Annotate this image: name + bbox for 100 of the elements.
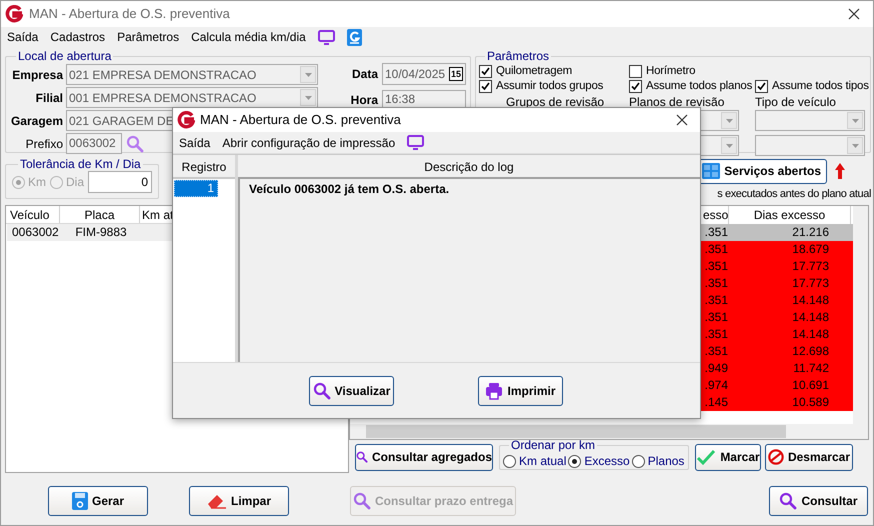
search-icon bbox=[312, 382, 331, 400]
table-cell-text: .351 bbox=[704, 224, 729, 241]
table-cell-text: .351 bbox=[704, 309, 729, 326]
dropdown-arrow-icon bbox=[304, 96, 312, 100]
radio-label[interactable]: Km atual bbox=[519, 452, 566, 470]
dropdown-button[interactable] bbox=[721, 137, 737, 154]
checkbox[interactable] bbox=[479, 65, 492, 78]
consultar-agregados-button[interactable]: Consultar agregados bbox=[355, 444, 493, 470]
visualizar-button[interactable]: Visualizar bbox=[309, 376, 394, 406]
dropdown-button[interactable] bbox=[721, 112, 737, 129]
monitor-icon[interactable] bbox=[407, 135, 424, 150]
table-cell-text: 21.216 bbox=[791, 224, 830, 241]
radio-label[interactable]: Excesso bbox=[584, 452, 630, 470]
limpar-button[interactable]: Limpar bbox=[189, 486, 289, 516]
table-cell-text: 12.698 bbox=[791, 343, 830, 360]
eraser-icon bbox=[206, 492, 227, 510]
dropdown-button[interactable] bbox=[847, 137, 863, 154]
radio-button[interactable] bbox=[503, 454, 516, 468]
table-cell-text: .974 bbox=[704, 377, 729, 394]
field-label: Garagem bbox=[10, 112, 64, 130]
table-cell-text: 14.148 bbox=[791, 292, 830, 309]
checkbox[interactable] bbox=[629, 80, 642, 93]
logo-icon bbox=[5, 5, 23, 23]
list-item[interactable]: 1 bbox=[174, 180, 218, 197]
checkbox-label[interactable]: Assume todos tipos bbox=[772, 78, 869, 96]
group-title: Parâmetros bbox=[486, 49, 550, 63]
radio-button[interactable] bbox=[632, 454, 645, 468]
logo-icon bbox=[177, 111, 195, 129]
field-label: Prefixo bbox=[24, 136, 64, 152]
dropdown-button[interactable] bbox=[300, 66, 316, 83]
table-cell-text: .351 bbox=[704, 241, 729, 258]
radio-button[interactable] bbox=[568, 454, 582, 468]
menu-item[interactable]: Abrir configuração de impressão bbox=[222, 134, 396, 152]
checkbox-label[interactable]: Horímetro bbox=[646, 62, 696, 80]
no-entry-icon bbox=[768, 448, 784, 466]
window-title: MAN - Abertura de O.S. preventiva bbox=[29, 5, 230, 24]
table-cell-text: .949 bbox=[704, 360, 729, 377]
checkbox-label[interactable]: Assume todos planos bbox=[646, 78, 752, 96]
checkbox[interactable] bbox=[755, 80, 768, 93]
checkbox-label[interactable]: s executados antes do plano atual bbox=[717, 186, 871, 202]
marcar-button[interactable]: Marcar bbox=[695, 444, 761, 470]
menu-item[interactable]: Parâmetros bbox=[117, 28, 180, 46]
radio-button[interactable] bbox=[50, 176, 63, 188]
table-cell-text: .351 bbox=[704, 258, 729, 275]
table-cell-text: .351 bbox=[704, 326, 729, 343]
dropdown-button[interactable] bbox=[300, 89, 316, 106]
dropdown-arrow-icon bbox=[304, 72, 312, 76]
date-field[interactable]: 10/04/2025 15 bbox=[382, 63, 466, 85]
table-cell-text: 14.148 bbox=[791, 326, 830, 343]
app-icon[interactable] bbox=[346, 28, 362, 46]
list-label: Planos de revisão bbox=[629, 94, 726, 110]
monitor-icon[interactable] bbox=[318, 30, 335, 44]
dropdown-arrow-icon bbox=[726, 144, 732, 148]
menu-item[interactable]: Cadastros bbox=[50, 28, 106, 46]
dropdown-arrow-icon bbox=[726, 118, 732, 122]
check-icon bbox=[696, 448, 716, 466]
vertical-scrollbar[interactable] bbox=[853, 206, 868, 424]
list-label: Grupos de revisão bbox=[505, 94, 606, 110]
column-header[interactable]: Veículo bbox=[6, 206, 60, 223]
close-icon[interactable] bbox=[848, 8, 860, 20]
menu-item[interactable]: Calcula média km/dia bbox=[191, 28, 306, 46]
checkbox[interactable] bbox=[629, 65, 642, 78]
table-cell-text: .351 bbox=[704, 292, 729, 309]
group-title: Tolerância de Km / Dia bbox=[19, 157, 142, 171]
log-message: Veículo 0063002 já tem O.S. aberta. bbox=[249, 181, 450, 198]
menu-item[interactable]: Saída bbox=[179, 134, 210, 152]
menu-item[interactable]: Saída bbox=[7, 28, 38, 46]
dropdown-button[interactable] bbox=[847, 112, 863, 129]
search-icon bbox=[352, 492, 371, 510]
close-icon[interactable] bbox=[676, 114, 688, 126]
field-label: Data bbox=[350, 66, 380, 83]
desmarcar-button[interactable]: Desmarcar bbox=[765, 444, 853, 470]
table-cell-text: 10.691 bbox=[791, 377, 830, 394]
gerar-button[interactable]: Gerar bbox=[48, 486, 148, 516]
table-cell-text: 14.148 bbox=[791, 309, 830, 326]
table-cell-text: FIM-9883 bbox=[74, 224, 128, 241]
consultar-button[interactable]: Consultar bbox=[769, 486, 868, 516]
checkbox-label[interactable]: Quilometragem bbox=[496, 62, 572, 80]
checkbox-label[interactable]: Assumir todos grupos bbox=[496, 78, 604, 96]
combo-box[interactable] bbox=[755, 135, 865, 156]
calendar-button[interactable]: 15 bbox=[448, 67, 463, 81]
combo-box[interactable] bbox=[755, 110, 865, 131]
search-icon bbox=[779, 492, 798, 510]
dropdown-arrow-icon bbox=[852, 144, 858, 148]
table-cell-text: 17.773 bbox=[791, 258, 830, 275]
input-field[interactable]: 0 bbox=[88, 171, 152, 193]
table-cell-text: 11.742 bbox=[792, 360, 830, 377]
combo-box[interactable]: 021 EMPRESA DEMONSTRACAO bbox=[66, 64, 318, 85]
radio-label[interactable]: Planos bbox=[648, 452, 684, 470]
imprimir-button[interactable]: Imprimir bbox=[478, 376, 563, 406]
checkbox[interactable] bbox=[479, 80, 492, 93]
radio-button[interactable] bbox=[12, 176, 25, 188]
column-header[interactable]: Placa bbox=[60, 206, 140, 223]
group-title: Local de abertura bbox=[17, 49, 112, 63]
horizontal-scrollbar[interactable] bbox=[350, 424, 868, 439]
up-arrow-icon bbox=[835, 163, 845, 179]
combo-box[interactable]: 001 EMPRESA DEMONSTRACAO bbox=[66, 87, 318, 108]
table-cell-text: 17.773 bbox=[791, 275, 830, 292]
input-field[interactable]: 0063002 bbox=[66, 133, 122, 154]
column-header[interactable]: Descrição do log bbox=[238, 155, 700, 179]
